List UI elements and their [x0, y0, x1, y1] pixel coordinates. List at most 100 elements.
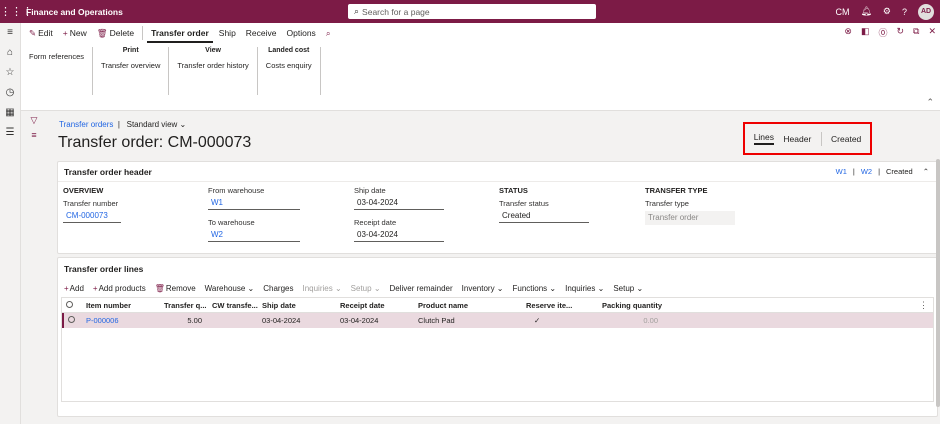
chevron-down-icon: ⌄ [247, 284, 255, 293]
tab-receive[interactable]: Receive [242, 23, 281, 43]
hamburger-icon[interactable]: ≡ [0, 23, 20, 43]
col-receipt-date[interactable]: Receipt date [336, 301, 414, 310]
home-icon[interactable]: ⌂ [0, 43, 20, 63]
transfer-overview-button[interactable]: Transfer overview [101, 61, 160, 70]
modules-icon[interactable]: ☰ [0, 123, 20, 143]
functions-label: Functions [512, 284, 548, 293]
app-title: Finance and Operations [26, 6, 123, 17]
col-cw-transfer[interactable]: CW transfe... [208, 301, 258, 310]
more-options-icon[interactable]: ⋮ [919, 300, 928, 311]
connector-icon[interactable]: ⊗ [844, 26, 852, 39]
filter-icon[interactable]: ▽ [21, 115, 47, 126]
edit-icon: ✎ [29, 28, 37, 38]
new-button[interactable]: + New [59, 23, 91, 43]
status-badge: Created [831, 133, 862, 144]
view-header-button[interactable]: Header [783, 134, 811, 144]
summary-to-wh[interactable]: W2 [861, 167, 872, 176]
cell-product-name[interactable]: Clutch Pad [414, 316, 522, 325]
settings-icon[interactable]: ⚙ [883, 6, 891, 17]
delete-button[interactable]: 🗑︎ Delete [93, 23, 138, 43]
row-select-checkbox[interactable] [68, 316, 75, 323]
add-line-button[interactable]: +Add [64, 284, 84, 293]
cell-transfer-qty[interactable]: 5.00 [160, 316, 208, 325]
tab-options[interactable]: Options [283, 23, 320, 43]
col-ship-date[interactable]: Ship date [258, 301, 336, 310]
summary-from-wh[interactable]: W1 [836, 167, 847, 176]
receipt-date-field: Receipt date 03-04-2024 [354, 218, 444, 242]
lines-grid: Item number Transfer q... CW transfe... … [61, 297, 934, 402]
line-setup-menu[interactable]: Setup ⌄ [613, 284, 643, 293]
col-product-name[interactable]: Product name [414, 301, 522, 310]
ship-date-value[interactable]: 03-04-2024 [354, 198, 444, 210]
avatar[interactable]: AD [918, 3, 934, 20]
fasttab-header[interactable]: Transfer order header [58, 162, 937, 182]
popout-icon[interactable]: ⧉ [913, 26, 919, 39]
cell-item-number[interactable]: P-000006 [82, 316, 160, 325]
refresh-icon[interactable]: ↻ [896, 26, 904, 39]
add-products-button[interactable]: +Add products [93, 284, 146, 293]
tab-ship[interactable]: Ship [215, 23, 240, 43]
col-reserve-items[interactable]: Reserve ite... [522, 301, 598, 310]
functions-menu[interactable]: Functions ⌄ [513, 284, 557, 293]
transfer-number-value[interactable]: CM-000073 [63, 211, 121, 223]
chevron-down-icon: ⌄ [334, 284, 342, 293]
page-title: Transfer order: CM-000073 [58, 134, 252, 151]
attachments-icon[interactable]: ⓪ [878, 26, 887, 39]
view-lines-button[interactable]: Lines [753, 132, 775, 145]
remove-button[interactable]: 🗑︎Remove [155, 284, 196, 293]
view-selector[interactable]: Standard view [127, 120, 178, 129]
chevron-down-icon[interactable]: ⌄ [180, 120, 187, 129]
field-label: Receipt date [354, 218, 397, 227]
col-transfer-qty[interactable]: Transfer q... [160, 301, 208, 310]
close-icon[interactable]: ✕ [928, 26, 936, 39]
page-scrollbar[interactable] [936, 159, 940, 407]
fasttab-summary: W1 | W2 | Created ⌃ [836, 167, 929, 176]
grid-header: Item number Transfer q... CW transfe... … [62, 298, 933, 313]
help-icon[interactable]: ? [902, 7, 907, 17]
inquiries-label: Inquiries [302, 284, 333, 293]
collapse-chevron-icon[interactable]: ⌃ [923, 167, 929, 176]
list-icon[interactable]: ≡ [21, 130, 47, 140]
tab-transfer-order[interactable]: Transfer order [147, 23, 213, 43]
notifications-icon[interactable]: 🔔︎ [860, 6, 871, 17]
group-view: View Transfer order history [169, 47, 258, 95]
from-warehouse-value[interactable]: W1 [208, 198, 300, 210]
field-label: Transfer number [63, 199, 119, 208]
select-all-checkbox[interactable] [66, 300, 73, 308]
transfer-order-history-button[interactable]: Transfer order history [177, 61, 248, 70]
cell-packing-qty[interactable]: 0.00 [598, 316, 664, 325]
search-input[interactable]: ⌕ Search for a page [348, 4, 596, 19]
warehouse-menu[interactable]: Warehouse ⌄ [205, 284, 255, 293]
receipt-date-value[interactable]: 03-04-2024 [354, 230, 444, 242]
cell-reserve-items[interactable]: ✓ [522, 316, 598, 325]
breadcrumb-link[interactable]: Transfer orders [59, 120, 113, 129]
charges-button[interactable]: Charges [263, 284, 293, 293]
line-inquiries-menu[interactable]: Inquiries ⌄ [565, 284, 604, 293]
nav-rail: ≡ ⌂ ☆ ◷ ▦ ☰ [0, 23, 21, 424]
col-item-number[interactable]: Item number [82, 301, 160, 310]
collapse-icon[interactable]: ⌃ [926, 97, 934, 108]
col-packing-qty[interactable]: Packing quantity [598, 301, 678, 310]
summary-status: Created [886, 167, 913, 176]
cell-receipt-date[interactable]: 03-04-2024 [336, 316, 414, 325]
favorites-icon[interactable]: ☆ [0, 63, 20, 83]
office-icon[interactable]: ◧ [861, 26, 870, 39]
costs-enquiry-button[interactable]: Costs enquiry [266, 61, 312, 70]
inventory-menu[interactable]: Inventory ⌄ [462, 284, 504, 293]
fasttab-header[interactable]: Transfer order lines [58, 258, 937, 280]
recent-icon[interactable]: ◷ [0, 83, 20, 103]
edit-button[interactable]: ✎ Edit [25, 23, 57, 43]
deliver-remainder-button[interactable]: Deliver remainder [390, 284, 453, 293]
to-warehouse-value[interactable]: W2 [208, 230, 300, 242]
cell-ship-date[interactable]: 03-04-2024 [258, 316, 336, 325]
company-picker[interactable]: CM [835, 7, 849, 17]
workspaces-icon[interactable]: ▦ [0, 103, 20, 123]
transfer-type-value: Transfer order [645, 211, 735, 225]
remove-label: Remove [165, 284, 196, 293]
form-references-button[interactable]: Form references [29, 52, 84, 61]
table-row[interactable]: P-000006 5.00 03-04-2024 03-04-2024 Clut… [62, 313, 933, 328]
app-launcher-icon[interactable]: ⋮⋮⋮ [0, 5, 33, 18]
transfer-status-value[interactable]: Created [499, 211, 589, 223]
action-search-icon[interactable]: ⌕ [322, 23, 335, 43]
setup-label: Setup [350, 284, 372, 293]
